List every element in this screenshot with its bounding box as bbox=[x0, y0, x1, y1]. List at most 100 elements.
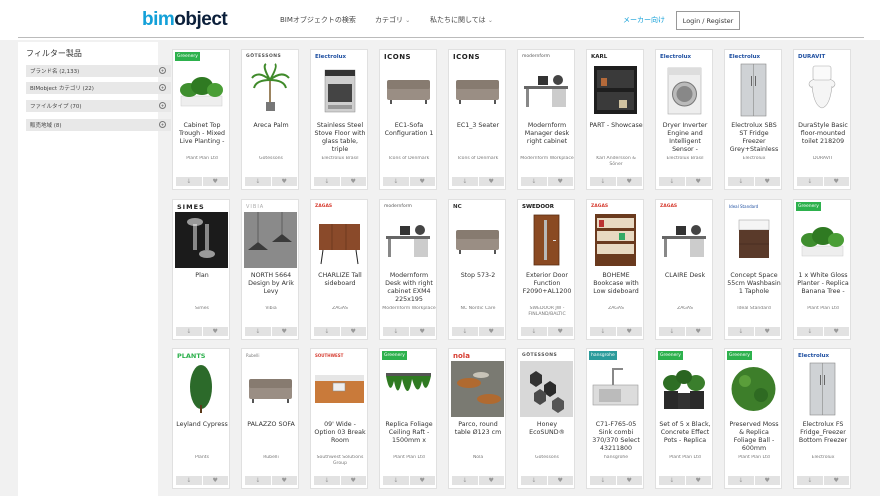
product-title[interactable]: BOHÈME Bookcase with Low sideboard bbox=[589, 272, 643, 305]
heart-icon[interactable]: ♥ bbox=[478, 327, 504, 336]
product-card[interactable]: Electrolux Stainless Steel Stove Floor wi… bbox=[310, 49, 368, 190]
foliage-icon[interactable] bbox=[382, 361, 435, 417]
heart-icon[interactable]: ♥ bbox=[685, 476, 711, 485]
product-title[interactable]: Stainless Steel Stove Floor with glass t… bbox=[313, 122, 367, 155]
product-card[interactable]: PLANTS Leyland Cypress Plants ↓ ♥ bbox=[172, 348, 230, 489]
product-card[interactable]: modernform Modernform Desk with right cab… bbox=[379, 199, 437, 340]
heart-icon[interactable]: ♥ bbox=[823, 476, 849, 485]
product-card[interactable]: Greenery Preserved Moss & Replica Foliage… bbox=[724, 348, 782, 489]
heart-icon[interactable]: ♥ bbox=[685, 327, 711, 336]
product-card[interactable]: ZAGAS CLAIRE Desk ZAGAS ↓ ♥ bbox=[655, 199, 713, 340]
heart-icon[interactable]: ♥ bbox=[616, 177, 642, 186]
product-title[interactable]: Honey EcoSUND® bbox=[520, 421, 574, 454]
download-icon[interactable]: ↓ bbox=[176, 476, 202, 485]
fridge-icon[interactable] bbox=[796, 361, 849, 417]
download-icon[interactable]: ↓ bbox=[590, 476, 616, 485]
heart-icon[interactable]: ♥ bbox=[202, 476, 228, 485]
download-icon[interactable]: ↓ bbox=[797, 177, 823, 186]
product-title[interactable]: DuraStyle Basic floor-mounted toilet 218… bbox=[796, 122, 850, 155]
product-title[interactable]: 1 x White Gloss Planter - Replica Banana… bbox=[796, 272, 850, 305]
desk-icon[interactable] bbox=[382, 212, 435, 268]
washbasin-icon[interactable] bbox=[727, 212, 780, 268]
pendant-lamp-icon[interactable] bbox=[244, 212, 297, 268]
download-icon[interactable]: ↓ bbox=[245, 476, 271, 485]
product-card[interactable]: ICONS EC1-Sofa Configuration 1 Icons of De… bbox=[379, 49, 437, 190]
palm-icon[interactable] bbox=[244, 62, 297, 118]
heart-icon[interactable]: ♥ bbox=[616, 476, 642, 485]
product-title[interactable]: Electrolux FS Fridge_Freezer Bottom Free… bbox=[796, 421, 850, 454]
product-title[interactable]: Cabinet Top Trough - Mixed Live Planting… bbox=[175, 122, 229, 155]
heart-icon[interactable]: ♥ bbox=[754, 177, 780, 186]
product-title[interactable]: Preserved Moss & Replica Foliage Ball - … bbox=[727, 421, 781, 454]
product-card[interactable]: GÖTESSONS Areca Palm Götessons ↓ ♥ bbox=[241, 49, 299, 190]
showcase-icon[interactable] bbox=[589, 62, 642, 118]
fridge-icon[interactable] bbox=[727, 62, 780, 118]
download-icon[interactable]: ↓ bbox=[383, 177, 409, 186]
download-icon[interactable]: ↓ bbox=[452, 177, 478, 186]
heart-icon[interactable]: ♥ bbox=[547, 327, 573, 336]
heart-icon[interactable]: ♥ bbox=[340, 177, 366, 186]
heart-icon[interactable]: ♥ bbox=[271, 177, 297, 186]
product-card[interactable]: Greenery 1 x White Gloss Planter - Replic… bbox=[793, 199, 851, 340]
product-title[interactable]: Exterior Door Function F2090+AL1200 bbox=[520, 272, 574, 305]
product-card[interactable]: ZAGAS BOHÈME Bookcase with Low sideboard Z… bbox=[586, 199, 644, 340]
filter-filetype[interactable]: ファイルタイプ (70) + bbox=[26, 100, 171, 112]
heart-icon[interactable]: ♥ bbox=[409, 177, 435, 186]
download-icon[interactable]: ↓ bbox=[245, 177, 271, 186]
heart-icon[interactable]: ♥ bbox=[340, 327, 366, 336]
moss-ball-icon[interactable] bbox=[727, 361, 780, 417]
product-card[interactable]: modernform Modernform Manager desk right … bbox=[517, 49, 575, 190]
product-title[interactable]: PALAZZO SOFA bbox=[244, 421, 298, 454]
bookcase-icon[interactable] bbox=[589, 212, 642, 268]
heart-icon[interactable]: ♥ bbox=[202, 327, 228, 336]
table-icon[interactable] bbox=[451, 361, 504, 417]
sofa-icon[interactable] bbox=[244, 361, 297, 417]
desk-icon[interactable] bbox=[520, 62, 573, 118]
download-icon[interactable]: ↓ bbox=[728, 327, 754, 336]
product-card[interactable]: DURAVIT DuraStyle Basic floor-mounted toi… bbox=[793, 49, 851, 190]
download-icon[interactable]: ↓ bbox=[659, 327, 685, 336]
heart-icon[interactable]: ♥ bbox=[478, 476, 504, 485]
heart-icon[interactable]: ♥ bbox=[202, 177, 228, 186]
product-title[interactable]: PART - Showcase bbox=[589, 122, 643, 155]
heart-icon[interactable]: ♥ bbox=[547, 476, 573, 485]
heart-icon[interactable]: ♥ bbox=[823, 327, 849, 336]
sink-icon[interactable] bbox=[589, 361, 642, 417]
filter-category[interactable]: BIMobject カテゴリ (22) + bbox=[26, 82, 171, 94]
hexagon-icon[interactable] bbox=[520, 361, 573, 417]
filter-brand[interactable]: ブランド名 (2,133) + bbox=[26, 65, 171, 77]
heart-icon[interactable]: ♥ bbox=[685, 177, 711, 186]
product-title[interactable]: Parco, round table Ø123 cm bbox=[451, 421, 505, 454]
product-title[interactable]: EC1-Sofa Configuration 1 bbox=[382, 122, 436, 155]
nav-search[interactable]: BIMオブジェクトの検索 bbox=[280, 15, 356, 25]
download-icon[interactable]: ↓ bbox=[245, 327, 271, 336]
product-card[interactable]: KARL PART - Showcase Karl Andersson & Söne… bbox=[586, 49, 644, 190]
product-card[interactable]: nola Parco, round table Ø123 cm Nola ↓ ♥ bbox=[448, 348, 506, 489]
product-card[interactable]: Greenery Set of 5 x Black, Concrete Effec… bbox=[655, 348, 713, 489]
filter-region[interactable]: 販売地域 (8) + bbox=[26, 119, 171, 131]
download-icon[interactable]: ↓ bbox=[383, 327, 409, 336]
toilet-icon[interactable] bbox=[796, 62, 849, 118]
product-card[interactable]: Rubelli PALAZZO SOFA Rubelli ↓ ♥ bbox=[241, 348, 299, 489]
heart-icon[interactable]: ♥ bbox=[340, 476, 366, 485]
download-icon[interactable]: ↓ bbox=[383, 476, 409, 485]
download-icon[interactable]: ↓ bbox=[452, 476, 478, 485]
download-icon[interactable]: ↓ bbox=[521, 327, 547, 336]
product-title[interactable]: Replica Foliage Ceiling Raft - 1500mm x bbox=[382, 421, 436, 454]
product-card[interactable]: Electrolux Electrolux FS Fridge_Freezer B… bbox=[793, 348, 851, 489]
heart-icon[interactable]: ♥ bbox=[547, 177, 573, 186]
download-icon[interactable]: ↓ bbox=[797, 476, 823, 485]
heart-icon[interactable]: ♥ bbox=[616, 327, 642, 336]
washer-icon[interactable] bbox=[658, 62, 711, 118]
download-icon[interactable]: ↓ bbox=[659, 177, 685, 186]
product-title[interactable]: Electrolux SBS ST Fridge Freezer Grey+St… bbox=[727, 122, 781, 155]
download-icon[interactable]: ↓ bbox=[728, 177, 754, 186]
product-title[interactable]: CLAIRE Desk bbox=[658, 272, 712, 305]
heart-icon[interactable]: ♥ bbox=[754, 327, 780, 336]
stove-icon[interactable] bbox=[313, 62, 366, 118]
product-title[interactable]: Dryer Inverter Engine and Intelligent Se… bbox=[658, 122, 712, 155]
product-card[interactable]: SWEDOOR Exterior Door Function F2090+AL12… bbox=[517, 199, 575, 340]
nav-category[interactable]: カテゴリ ⌄ bbox=[375, 15, 410, 25]
product-card[interactable]: Electrolux Electrolux SBS ST Fridge Freez… bbox=[724, 49, 782, 190]
heart-icon[interactable]: ♥ bbox=[271, 327, 297, 336]
